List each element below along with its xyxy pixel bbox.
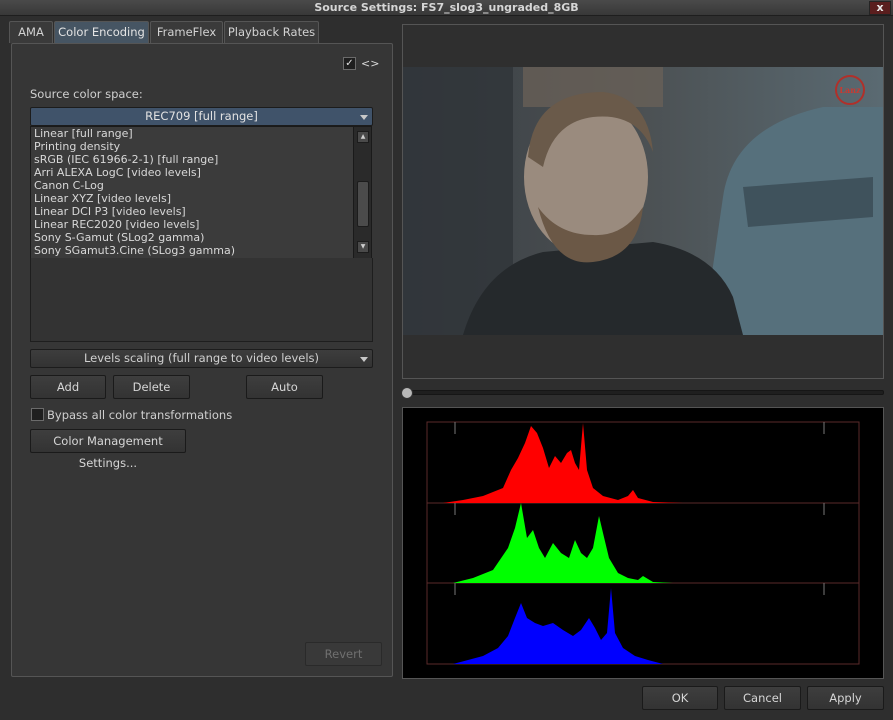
preview-scene [403, 67, 883, 335]
chevron-down-icon [360, 115, 368, 120]
close-icon[interactable]: x [869, 1, 891, 15]
dropdown-option[interactable]: Linear [full range] [31, 127, 371, 140]
dropdown-option[interactable]: Sony S-Gamut (SLog2 gamma) [31, 231, 371, 244]
dropdown-option[interactable]: sRGB (IEC 61966-2-1) [full range] [31, 153, 371, 166]
apply-button[interactable]: Apply [807, 686, 884, 710]
source-color-space-value: REC709 [full range] [145, 109, 258, 123]
histogram-green-channel [453, 503, 673, 583]
dropdown-option[interactable]: Linear REC2020 [video levels] [31, 218, 371, 231]
histogram-chart [426, 421, 860, 665]
scrub-slider-track[interactable] [406, 390, 884, 395]
histogram-blue-channel [453, 588, 663, 664]
cancel-button[interactable]: Cancel [724, 686, 801, 710]
delete-button[interactable]: Delete [113, 375, 190, 399]
levels-scaling-value: Levels scaling (full range to video leve… [83, 351, 320, 365]
color-transform-list[interactable] [30, 258, 373, 342]
histogram-panel [402, 407, 884, 679]
window-title-bar: Source Settings: FS7_slog3_ungraded_8GB … [0, 0, 893, 16]
scroll-down-icon[interactable]: ▼ [357, 241, 369, 253]
source-color-space-label: Source color space: [30, 87, 143, 101]
dropdown-option[interactable]: Sony SGamut3.Cine (SLog3 gamma) [31, 244, 371, 257]
histogram-red-channel [443, 423, 683, 503]
ok-button[interactable]: OK [642, 686, 718, 710]
revert-button[interactable]: Revert [305, 642, 382, 666]
dropdown-option[interactable]: Printing density [31, 140, 371, 153]
window-title: Source Settings: FS7_slog3_ungraded_8GB [314, 1, 579, 14]
add-button[interactable]: Add [30, 375, 106, 399]
color-management-settings-button[interactable]: Color Management Settings... [30, 429, 186, 470]
scrollbar-thumb[interactable] [357, 181, 369, 227]
scroll-up-icon[interactable]: ▲ [357, 131, 369, 143]
scrub-slider-handle[interactable] [401, 387, 413, 399]
chevron-down-icon [360, 357, 368, 362]
source-color-space-dropdown: Linear [full range] Printing density sRG… [30, 126, 372, 259]
advanced-toggle-label[interactable]: <> [361, 57, 379, 70]
dropdown-option[interactable]: Arri ALEXA LogC [video levels] [31, 166, 371, 179]
dropdown-scrollbar[interactable]: ▲ ▼ [353, 127, 371, 258]
bypass-checkbox[interactable] [31, 408, 44, 421]
preview-image: Lanz [403, 67, 883, 335]
advanced-toggle-checkbox[interactable]: ✓ [343, 57, 356, 70]
auto-button[interactable]: Auto [246, 375, 323, 399]
dropdown-option[interactable]: Linear DCI P3 [video levels] [31, 205, 371, 218]
source-color-space-select[interactable]: REC709 [full range] [30, 107, 373, 126]
watermark-logo: Lanz [835, 75, 865, 105]
tab-ama[interactable]: AMA [9, 21, 53, 43]
levels-scaling-select[interactable]: Levels scaling (full range to video leve… [30, 349, 373, 368]
tab-playback-rates[interactable]: Playback Rates [224, 21, 319, 43]
tab-frameflex[interactable]: FrameFlex [150, 21, 223, 43]
dropdown-option[interactable]: Canon C-Log [31, 179, 371, 192]
dropdown-option[interactable]: Linear XYZ [video levels] [31, 192, 371, 205]
bypass-label: Bypass all color transformations [47, 408, 233, 422]
tab-color-encoding[interactable]: Color Encoding [54, 21, 149, 43]
